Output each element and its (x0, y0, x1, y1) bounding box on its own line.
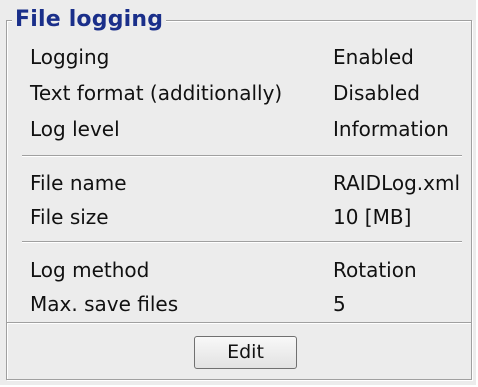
log-level-row: Log level Information (30, 112, 470, 146)
section-divider (22, 241, 462, 243)
max-save-files-value: 5 (333, 292, 346, 316)
file-size-label: File size (30, 205, 109, 229)
file-name-row: File name RAIDLog.xml (30, 166, 470, 200)
group-title: File logging (12, 6, 167, 34)
logging-row: Logging Enabled (30, 40, 470, 74)
file-name-value: RAIDLog.xml (333, 171, 461, 195)
file-logging-panel: File logging Logging Enabled Text format… (0, 0, 476, 385)
edit-button[interactable]: Edit (194, 336, 297, 369)
file-size-row: File size 10 [MB] (30, 200, 470, 234)
section-divider (22, 155, 462, 157)
file-name-label: File name (30, 171, 127, 195)
text-format-label: Text format (additionally) (30, 81, 283, 105)
log-level-value: Information (333, 117, 449, 141)
log-method-row: Log method Rotation (30, 253, 470, 287)
max-save-files-row: Max. save files 5 (30, 287, 470, 321)
logging-label: Logging (30, 45, 110, 69)
file-size-value: 10 [MB] (333, 205, 412, 229)
log-method-label: Log method (30, 258, 150, 282)
logging-value: Enabled (333, 45, 414, 69)
text-format-row: Text format (additionally) Disabled (30, 76, 470, 110)
log-method-value: Rotation (333, 258, 417, 282)
text-format-value: Disabled (333, 81, 420, 105)
log-level-label: Log level (30, 117, 120, 141)
button-area-divider (7, 322, 471, 324)
max-save-files-label: Max. save files (30, 292, 179, 316)
